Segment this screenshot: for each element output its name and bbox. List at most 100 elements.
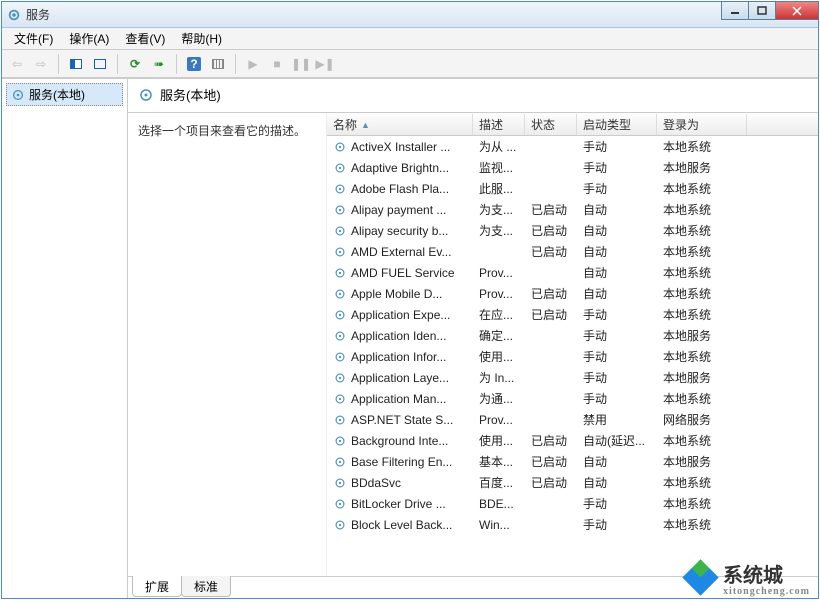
service-row[interactable]: Apple Mobile D...Prov...已启动自动本地系统 bbox=[327, 283, 818, 304]
service-desc: 百度... bbox=[473, 474, 525, 491]
gear-icon bbox=[11, 88, 25, 102]
service-startup: 手动 bbox=[577, 390, 657, 407]
service-row[interactable]: Adobe Flash Pla...此服...手动本地系统 bbox=[327, 178, 818, 199]
service-row[interactable]: AMD FUEL ServiceProv...自动本地系统 bbox=[327, 262, 818, 283]
service-name: Adaptive Brightn... bbox=[351, 161, 449, 175]
service-startup: 手动 bbox=[577, 159, 657, 176]
help-button[interactable]: ? bbox=[183, 53, 205, 75]
col-status[interactable]: 状态 bbox=[525, 114, 577, 135]
gear-icon bbox=[333, 518, 347, 532]
properties-button[interactable] bbox=[89, 53, 111, 75]
gear-icon bbox=[333, 329, 347, 343]
separator bbox=[117, 54, 118, 74]
service-desc: 为从 ... bbox=[473, 138, 525, 155]
maximize-button[interactable] bbox=[748, 1, 776, 20]
menu-bar: 文件(F) 操作(A) 查看(V) 帮助(H) bbox=[2, 28, 818, 50]
detail-pane: 服务(本地) 选择一个项目来查看它的描述。 名称▲ 描述 状态 启动类型 登录为… bbox=[128, 79, 818, 598]
description-pane: 选择一个项目来查看它的描述。 bbox=[128, 114, 326, 576]
tab-extended[interactable]: 扩展 bbox=[132, 576, 182, 597]
tab-standard[interactable]: 标准 bbox=[181, 576, 231, 597]
service-row[interactable]: Application Laye...为 In...手动本地服务 bbox=[327, 367, 818, 388]
service-startup: 自动 bbox=[577, 222, 657, 239]
service-row[interactable]: Application Expe...在应...已启动手动本地系统 bbox=[327, 304, 818, 325]
service-logon: 本地服务 bbox=[657, 159, 747, 176]
col-description[interactable]: 描述 bbox=[473, 114, 525, 135]
service-desc: Prov... bbox=[473, 413, 525, 427]
service-row[interactable]: BDdaSvc百度...已启动自动本地系统 bbox=[327, 472, 818, 493]
export-button[interactable]: ➠ bbox=[148, 53, 170, 75]
gear-icon bbox=[333, 434, 347, 448]
service-row[interactable]: Background Inte...使用...已启动自动(延迟...本地系统 bbox=[327, 430, 818, 451]
detail-body: 选择一个项目来查看它的描述。 名称▲ 描述 状态 启动类型 登录为 Active… bbox=[128, 113, 818, 576]
list-body[interactable]: ActiveX Installer ...为从 ...手动本地系统Adaptiv… bbox=[327, 136, 818, 576]
columns-button[interactable] bbox=[207, 53, 229, 75]
menu-file[interactable]: 文件(F) bbox=[6, 30, 61, 47]
service-row[interactable]: Application Iden...确定...手动本地服务 bbox=[327, 325, 818, 346]
col-startup[interactable]: 启动类型 bbox=[577, 114, 657, 135]
show-hide-tree-button[interactable] bbox=[65, 53, 87, 75]
gear-icon bbox=[333, 266, 347, 280]
service-logon: 本地系统 bbox=[657, 138, 747, 155]
refresh-icon: ⟳ bbox=[130, 57, 140, 71]
main-body: 服务(本地) 服务(本地) 选择一个项目来查看它的描述。 名称▲ 描述 状态 启… bbox=[2, 78, 818, 598]
service-name: BDdaSvc bbox=[351, 476, 401, 490]
service-logon: 本地系统 bbox=[657, 432, 747, 449]
service-row[interactable]: Alipay security b...为支...已启动自动本地系统 bbox=[327, 220, 818, 241]
forward-button[interactable]: ⇨ bbox=[30, 53, 52, 75]
service-startup: 手动 bbox=[577, 495, 657, 512]
service-name: Adobe Flash Pla... bbox=[351, 182, 449, 196]
service-startup: 自动 bbox=[577, 453, 657, 470]
service-status: 已启动 bbox=[525, 201, 577, 218]
service-startup: 禁用 bbox=[577, 411, 657, 428]
start-service-button[interactable]: ▶ bbox=[242, 53, 264, 75]
service-name: AMD External Ev... bbox=[351, 245, 451, 259]
service-status: 已启动 bbox=[525, 285, 577, 302]
tree-root-label: 服务(本地) bbox=[29, 86, 85, 103]
service-desc: 确定... bbox=[473, 327, 525, 344]
restart-service-button[interactable]: ▶❚ bbox=[314, 53, 336, 75]
gear-icon bbox=[333, 245, 347, 259]
back-button[interactable]: ⇦ bbox=[6, 53, 28, 75]
menu-view[interactable]: 查看(V) bbox=[117, 30, 173, 47]
menu-help[interactable]: 帮助(H) bbox=[173, 30, 230, 47]
export-icon: ➠ bbox=[154, 57, 164, 71]
service-row[interactable]: ActiveX Installer ...为从 ...手动本地系统 bbox=[327, 136, 818, 157]
service-name: ActiveX Installer ... bbox=[351, 140, 450, 154]
service-row[interactable]: Block Level Back...Win...手动本地系统 bbox=[327, 514, 818, 535]
service-name: Application Expe... bbox=[351, 308, 450, 322]
service-row[interactable]: Alipay payment ...为支...已启动自动本地系统 bbox=[327, 199, 818, 220]
columns-icon bbox=[212, 59, 224, 69]
col-name[interactable]: 名称▲ bbox=[327, 114, 473, 135]
play-icon: ▶ bbox=[248, 57, 257, 71]
pause-service-button[interactable]: ❚❚ bbox=[290, 53, 312, 75]
service-desc: Prov... bbox=[473, 266, 525, 280]
col-logon[interactable]: 登录为 bbox=[657, 114, 747, 135]
service-row[interactable]: Application Man...为通...手动本地系统 bbox=[327, 388, 818, 409]
service-row[interactable]: Adaptive Brightn...监视...手动本地服务 bbox=[327, 157, 818, 178]
menu-action[interactable]: 操作(A) bbox=[61, 30, 117, 47]
service-logon: 本地系统 bbox=[657, 348, 747, 365]
service-row[interactable]: BitLocker Drive ...BDE...手动本地系统 bbox=[327, 493, 818, 514]
service-logon: 本地系统 bbox=[657, 264, 747, 281]
tree-root-node[interactable]: 服务(本地) bbox=[6, 83, 123, 106]
gear-icon bbox=[333, 392, 347, 406]
close-button[interactable] bbox=[775, 1, 819, 20]
arrow-right-icon: ⇨ bbox=[36, 57, 46, 71]
refresh-button[interactable]: ⟳ bbox=[124, 53, 146, 75]
title-bar[interactable]: 服务 bbox=[2, 2, 818, 28]
gear-icon bbox=[333, 308, 347, 322]
service-row[interactable]: AMD External Ev...已启动自动本地系统 bbox=[327, 241, 818, 262]
service-status: 已启动 bbox=[525, 474, 577, 491]
service-startup: 自动 bbox=[577, 264, 657, 281]
service-row[interactable]: ASP.NET State S...Prov...禁用网络服务 bbox=[327, 409, 818, 430]
service-startup: 手动 bbox=[577, 306, 657, 323]
stop-service-button[interactable]: ■ bbox=[266, 53, 288, 75]
service-name: Apple Mobile D... bbox=[351, 287, 442, 301]
service-row[interactable]: Base Filtering En...基本...已启动自动本地服务 bbox=[327, 451, 818, 472]
service-desc: 基本... bbox=[473, 453, 525, 470]
window-controls bbox=[722, 1, 819, 20]
gear-icon bbox=[333, 455, 347, 469]
minimize-button[interactable] bbox=[721, 1, 749, 20]
gear-icon bbox=[333, 203, 347, 217]
service-row[interactable]: Application Infor...使用...手动本地系统 bbox=[327, 346, 818, 367]
